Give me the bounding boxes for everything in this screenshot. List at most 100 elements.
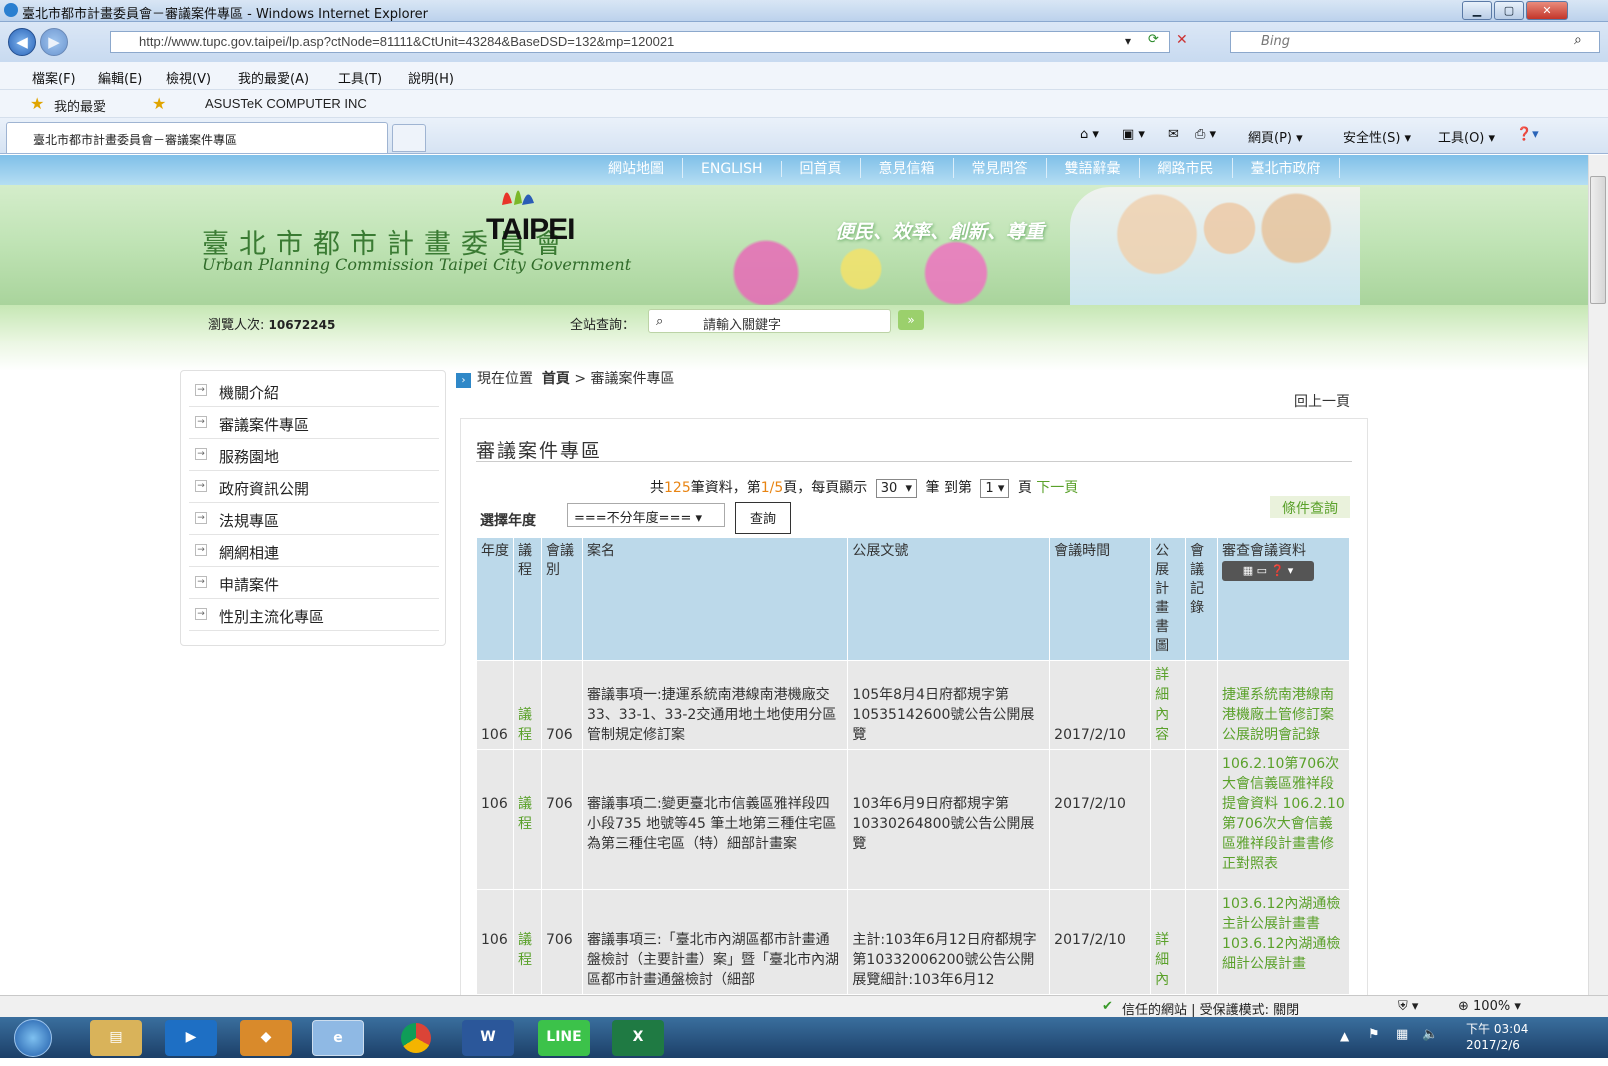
cell-plan-link[interactable]: 詳細內容 bbox=[1150, 660, 1187, 750]
favorite-link[interactable]: ASUSTeK COMPUTER INC bbox=[205, 96, 367, 111]
cell-review-link[interactable]: 103.6.12內湖通檢主計公展計畫書 103.6.12內湖通檢細計公展計畫 bbox=[1217, 889, 1350, 995]
cell-record bbox=[1185, 660, 1219, 750]
zoom-control[interactable]: ⊕ 100% ▾ bbox=[1458, 999, 1521, 1014]
scrollbar-thumb[interactable] bbox=[1590, 176, 1606, 304]
slogan: 便民、效率、創新、尊重 bbox=[835, 221, 1045, 243]
network-icon[interactable]: ▦ bbox=[1396, 1027, 1408, 1042]
sidebar-item-links[interactable]: → 網網相連 bbox=[189, 535, 439, 567]
menu-file[interactable]: 檔案(F) bbox=[32, 68, 76, 87]
sidebar-item-gender[interactable]: → 性別主流化專區 bbox=[189, 599, 439, 631]
query-button[interactable]: 查詢 bbox=[735, 502, 791, 534]
image-toolbar[interactable]: ▦ ▭ ❓ ▾ bbox=[1222, 561, 1315, 581]
breadcrumb-home[interactable]: 首頁 bbox=[542, 371, 570, 387]
page-content: 網站地圖 ENGLISH 回首頁 意見信箱 常見問答 雙語辭彙 網路市民 臺北市政府 臺北市都… bbox=[0, 155, 1588, 995]
sidebar-item-about[interactable]: → 機關介紹 bbox=[189, 375, 439, 407]
search-input[interactable]: Bing bbox=[1230, 31, 1600, 53]
new-tab-button[interactable] bbox=[392, 124, 426, 152]
sidebar-item-applications[interactable]: → 申請案件 bbox=[189, 567, 439, 599]
back-link[interactable]: 回上一頁 bbox=[1294, 391, 1350, 411]
security-icon[interactable]: ⛨ ▾ bbox=[1398, 999, 1418, 1014]
per-page-select[interactable]: 30 ▾ bbox=[875, 479, 918, 498]
feeds-icon[interactable]: ▣ ▾ bbox=[1122, 127, 1145, 142]
nav-citizen[interactable]: 網路市民 bbox=[1140, 158, 1233, 178]
print-icon[interactable]: ⎙ ▾ bbox=[1195, 127, 1216, 142]
line-taskbar-icon[interactable]: LINE bbox=[538, 1020, 590, 1056]
menu-edit[interactable]: 編輯(E) bbox=[98, 68, 142, 87]
cell-plan-link[interactable] bbox=[1150, 749, 1187, 890]
year-select-value: ===不分年度=== bbox=[574, 511, 692, 526]
cell-agenda-link[interactable]: 議程 bbox=[512, 749, 542, 890]
maximize-button[interactable]: ▢ bbox=[1494, 1, 1524, 20]
search-icon[interactable]: ⌕ bbox=[1574, 32, 1582, 48]
sidebar-item-public-info[interactable]: → 政府資訊公開 bbox=[189, 471, 439, 503]
help-icon[interactable]: ❓▾ bbox=[1516, 127, 1539, 142]
menu-favorites[interactable]: 我的最愛(A) bbox=[238, 68, 309, 87]
nav-english[interactable]: ENGLISH bbox=[683, 161, 782, 177]
ie-taskbar-icon[interactable]: e bbox=[312, 1020, 364, 1056]
check-icon: ✔ bbox=[1102, 999, 1113, 1014]
start-button[interactable] bbox=[14, 1019, 52, 1057]
page-menu[interactable]: 網頁(P) ▾ bbox=[1248, 127, 1303, 146]
year-select[interactable]: ===不分年度=== ▾ bbox=[567, 503, 725, 527]
back-button[interactable]: ◀ bbox=[8, 28, 36, 56]
nav-faq[interactable]: 常見問答 bbox=[954, 158, 1047, 178]
goto-page-select[interactable]: 1 ▾ bbox=[980, 479, 1010, 498]
condition-search-button[interactable]: 條件查詢 bbox=[1270, 496, 1350, 518]
flag-icon[interactable]: ⚑ bbox=[1368, 1027, 1380, 1042]
safety-menu[interactable]: 安全性(S) ▾ bbox=[1343, 127, 1411, 146]
favorites-button[interactable]: 我的最愛 bbox=[54, 96, 106, 115]
sidebar-item-services[interactable]: → 服務園地 bbox=[189, 439, 439, 471]
tab-current[interactable]: 臺北市都市計畫委員會－審議案件專區 bbox=[6, 122, 388, 153]
excel-taskbar-icon[interactable]: X bbox=[612, 1020, 664, 1056]
site-banner: 網站地圖 ENGLISH 回首頁 意見信箱 常見問答 雙語辭彙 網路市民 臺北市政府 臺北市都… bbox=[0, 155, 1588, 305]
cell-agenda-link[interactable]: 議程 bbox=[512, 660, 542, 750]
forward-button[interactable]: ▶ bbox=[40, 28, 68, 56]
table-header-row: 年度 議程 會議別 案名 公展文號 會議時間 公展計畫書圖 會議記錄 審查會議資… bbox=[476, 537, 1350, 661]
cell-plan-link[interactable]: 詳細內 bbox=[1150, 889, 1187, 995]
add-favorite-icon[interactable]: ★ bbox=[152, 94, 166, 113]
dropdown-icon[interactable]: ▾ bbox=[1125, 34, 1131, 48]
chrome-taskbar-icon[interactable] bbox=[390, 1020, 442, 1056]
zone-status[interactable]: 信任的網站 | 受保護模式: 關閉 bbox=[1122, 999, 1299, 1018]
clock-date[interactable]: 2017/2/6 bbox=[1466, 1038, 1520, 1052]
nav-mailbox[interactable]: 意見信箱 bbox=[861, 158, 954, 178]
minimize-button[interactable]: ▁ bbox=[1462, 1, 1492, 20]
sidebar-item-regulations[interactable]: → 法規專區 bbox=[189, 503, 439, 535]
tray-arrow-icon[interactable]: ▲ bbox=[1340, 1029, 1349, 1043]
cell-meeting: 706 bbox=[540, 749, 583, 890]
cell-agenda-link[interactable]: 議程 bbox=[512, 889, 542, 995]
stop-icon[interactable]: ✕ bbox=[1176, 32, 1188, 48]
media-player-taskbar-icon[interactable]: ▶ bbox=[165, 1020, 217, 1056]
cell-review-link[interactable]: 捷運系統南港線南港機廠土管修訂案公展說明會記錄 bbox=[1217, 660, 1350, 750]
menu-view[interactable]: 檢視(V) bbox=[166, 68, 211, 87]
site-search-button[interactable]: » bbox=[898, 310, 924, 330]
nav-glossary[interactable]: 雙語辭彙 bbox=[1047, 158, 1140, 178]
url-input[interactable]: http://www.tupc.gov.taipei/lp.asp?ctNode… bbox=[110, 31, 1170, 53]
cell-record bbox=[1185, 889, 1219, 995]
org-name-en: Urban Planning Commission Taipei City Go… bbox=[202, 255, 632, 274]
cases-table: 年度 議程 會議別 案名 公展文號 會議時間 公展計畫書圖 會議記錄 審查會議資… bbox=[476, 537, 1350, 995]
nav-taipei-gov[interactable]: 臺北市政府 bbox=[1233, 158, 1340, 178]
menu-help[interactable]: 說明(H) bbox=[408, 68, 454, 87]
nav-home[interactable]: 回首頁 bbox=[782, 158, 861, 178]
taipei-logo[interactable]: TAIPEI bbox=[486, 213, 575, 247]
sidebar-item-label: 服務園地 bbox=[219, 448, 280, 466]
clock-time[interactable]: 下午 03:04 bbox=[1466, 1020, 1528, 1037]
close-button[interactable]: ✕ bbox=[1526, 1, 1568, 20]
volume-icon[interactable]: 🔈 bbox=[1422, 1027, 1438, 1042]
cell-review-link[interactable]: 106.2.10第706次大會信義區雅祥段提會資料 106.2.10第706次大… bbox=[1217, 749, 1350, 890]
explorer-taskbar-icon[interactable]: ▤ bbox=[90, 1020, 142, 1056]
site-search-input[interactable]: 請輸入關鍵字 bbox=[648, 309, 891, 333]
word-taskbar-icon[interactable]: W bbox=[462, 1020, 514, 1056]
refresh-icon[interactable]: ⟳ bbox=[1148, 32, 1159, 47]
menu-tools[interactable]: 工具(T) bbox=[338, 68, 382, 87]
next-page-link[interactable]: 下一頁 bbox=[1036, 480, 1078, 496]
app-taskbar-icon[interactable]: ◆ bbox=[240, 1020, 292, 1056]
tools-menu[interactable]: 工具(O) ▾ bbox=[1438, 127, 1495, 146]
cell-doc: 103年6月9日府都規字第10330264800號公告公開展覽 bbox=[847, 749, 1051, 890]
mail-icon[interactable]: ✉ bbox=[1168, 127, 1179, 142]
sidebar-item-cases[interactable]: → 審議案件專區 bbox=[189, 407, 439, 439]
home-icon[interactable]: ⌂ ▾ bbox=[1080, 127, 1099, 142]
col-record: 會議記錄 bbox=[1185, 537, 1219, 661]
nav-sitemap[interactable]: 網站地圖 bbox=[590, 158, 683, 178]
